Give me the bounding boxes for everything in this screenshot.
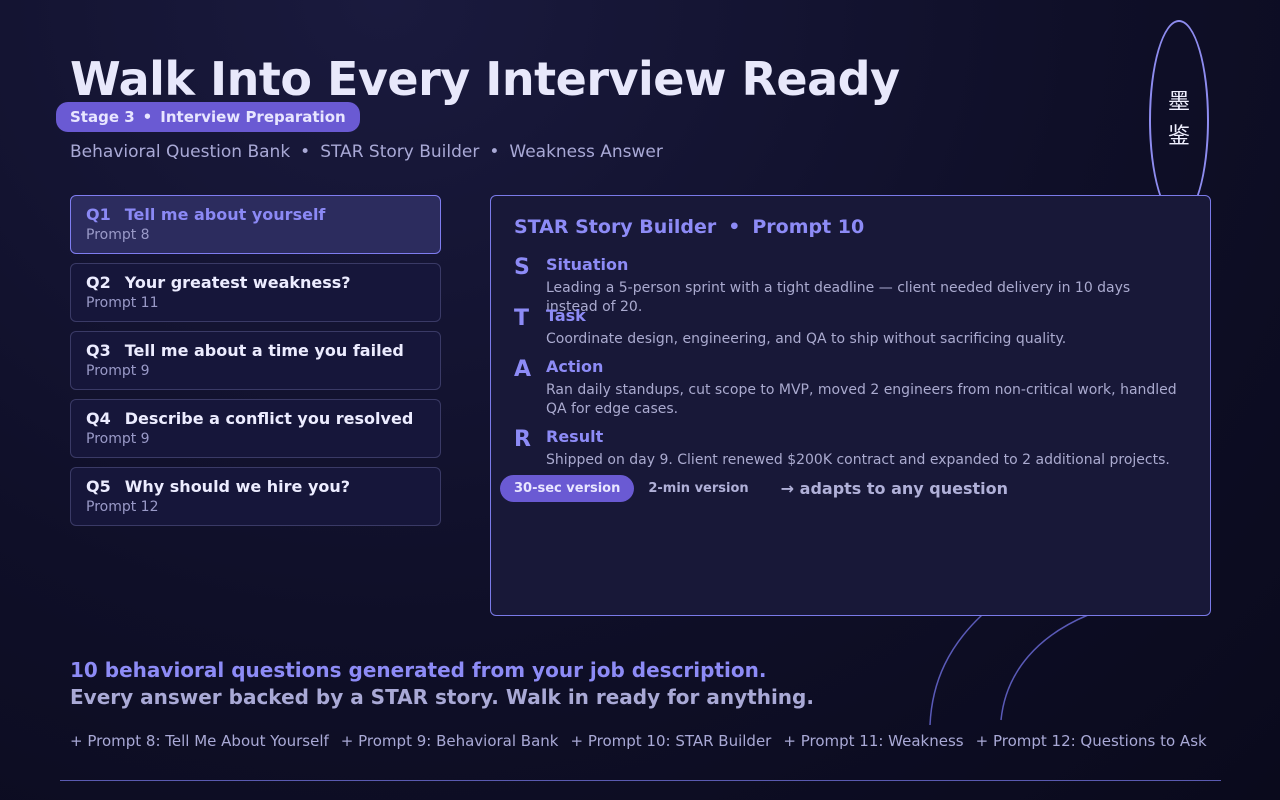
star-builder-panel: STAR Story Builder • Prompt 10 S Situati… bbox=[490, 195, 1211, 616]
question-prompt: Prompt 9 bbox=[86, 431, 150, 447]
question-prompt: Prompt 9 bbox=[86, 363, 150, 379]
question-card-q2[interactable]: Q2 Your greatest weakness? Prompt 11 bbox=[70, 263, 441, 322]
question-text: Describe a conflict you resolved bbox=[124, 409, 414, 428]
panel-title: STAR Story Builder • Prompt 10 bbox=[514, 216, 864, 238]
tagline-primary: 10 behavioral questions generated from y… bbox=[70, 658, 767, 682]
question-id: Q4 bbox=[86, 409, 111, 428]
star-text: Shipped on day 9. Client renewed $200K c… bbox=[546, 452, 1170, 468]
subtitle-item-question-bank: Behavioral Question Bank bbox=[70, 142, 291, 162]
question-id: Q3 bbox=[86, 341, 111, 360]
panel-title-separator: • bbox=[728, 216, 741, 238]
version-toggle: 30-sec version 2-min version → adapts to… bbox=[500, 475, 1008, 502]
question-card-q4[interactable]: Q4 Describe a conflict you resolved Promp… bbox=[70, 399, 441, 458]
question-prompt: Prompt 8 bbox=[86, 227, 150, 243]
star-text: Ran daily standups, cut scope to MVP, mo… bbox=[546, 382, 1177, 417]
adapts-note: → adapts to any question bbox=[780, 479, 1009, 498]
question-list: Q1 Tell me about yourself Prompt 8 Q2 Your… bbox=[70, 195, 441, 535]
page-title: Walk Into Every Interview Ready bbox=[70, 52, 900, 106]
question-card-q5[interactable]: Q5 Why should we hire you? Prompt 12 bbox=[70, 467, 441, 526]
star-label: Situation bbox=[546, 255, 629, 274]
subtitle: Behavioral Question Bank • STAR Story Bu… bbox=[70, 142, 663, 162]
stage-badge: Stage 3 • Interview Preparation bbox=[56, 102, 360, 132]
bottom-divider bbox=[60, 780, 1221, 781]
prompt-chip[interactable]: + Prompt 8: Tell Me About Yourself bbox=[70, 732, 329, 750]
question-prompt: Prompt 12 bbox=[86, 499, 159, 515]
stage-label: Interview Preparation bbox=[160, 108, 346, 126]
prompt-chip[interactable]: + Prompt 10: STAR Builder bbox=[571, 732, 772, 750]
star-letter: R bbox=[514, 427, 531, 452]
question-prompt: Prompt 11 bbox=[86, 295, 159, 311]
subtitle-item-star-builder: STAR Story Builder bbox=[320, 142, 480, 162]
stage-number: Stage 3 bbox=[70, 108, 135, 126]
prompt-chip[interactable]: + Prompt 12: Questions to Ask bbox=[976, 732, 1207, 750]
question-card-q3[interactable]: Q3 Tell me about a time you failed Prompt… bbox=[70, 331, 441, 390]
prompt-chip[interactable]: + Prompt 9: Behavioral Bank bbox=[341, 732, 559, 750]
seal-char: 鉴 bbox=[1167, 124, 1190, 149]
subtitle-separator: • bbox=[489, 142, 500, 162]
star-label: Result bbox=[546, 427, 604, 446]
prompt-chips: + Prompt 8: Tell Me About Yourself + Pro… bbox=[70, 732, 1207, 750]
star-label: Task bbox=[546, 306, 586, 325]
long-version-button[interactable]: 2-min version bbox=[634, 475, 762, 502]
decorative-curves bbox=[929, 614, 1089, 726]
seal-logo: 墨 鉴 bbox=[1149, 20, 1209, 220]
prompt-chip[interactable]: + Prompt 11: Weakness bbox=[783, 732, 963, 750]
short-version-button[interactable]: 30-sec version bbox=[500, 475, 635, 502]
star-text: Coordinate design, engineering, and QA t… bbox=[546, 331, 1067, 347]
panel-title-text: STAR Story Builder bbox=[514, 216, 717, 238]
question-text: Why should we hire you? bbox=[124, 477, 351, 496]
question-id: Q2 bbox=[86, 273, 111, 292]
panel-prompt: Prompt 10 bbox=[752, 216, 865, 238]
question-card-q1[interactable]: Q1 Tell me about yourself Prompt 8 bbox=[70, 195, 441, 254]
star-row-result: R Result Shipped on day 9. Client renewe… bbox=[514, 427, 1186, 470]
question-id: Q1 bbox=[86, 205, 111, 224]
stage-separator: • bbox=[142, 108, 153, 126]
tagline-secondary: Every answer backed by a STAR story. Wal… bbox=[70, 685, 814, 709]
subtitle-item-weakness: Weakness Answer bbox=[509, 142, 663, 162]
question-text: Tell me about a time you failed bbox=[124, 341, 404, 360]
star-row-task: T Task Coordinate design, engineering, a… bbox=[514, 306, 1186, 349]
question-id: Q5 bbox=[86, 477, 111, 496]
question-text: Tell me about yourself bbox=[124, 205, 326, 224]
star-row-action: A Action Ran daily standups, cut scope t… bbox=[514, 357, 1186, 419]
seal-char: 墨 bbox=[1167, 90, 1190, 115]
subtitle-separator: • bbox=[300, 142, 311, 162]
star-letter: T bbox=[514, 306, 530, 331]
question-text: Your greatest weakness? bbox=[124, 273, 351, 292]
star-label: Action bbox=[546, 357, 604, 376]
star-letter: A bbox=[514, 357, 532, 382]
